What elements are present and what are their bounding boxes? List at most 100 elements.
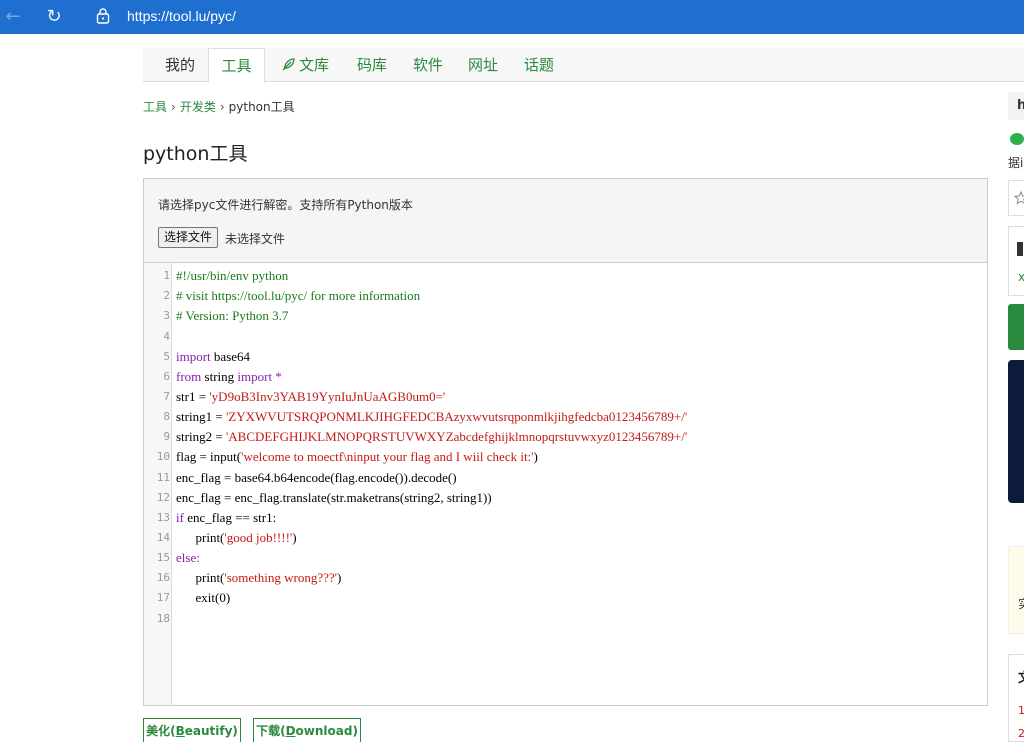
keyword: from <box>176 369 202 384</box>
line-number: 7 <box>163 390 170 403</box>
line-number: 17 <box>156 591 170 604</box>
keyword: import <box>176 349 211 364</box>
breadcrumb: 工具 › 开发类 › python工具 <box>143 98 295 115</box>
choose-file-button[interactable]: 选择文件 <box>158 227 219 248</box>
line-number: 6 <box>163 370 170 383</box>
code-line: enc_flag = enc_flag.translate(str.maketr… <box>176 490 492 505</box>
code-line: # Version: Python 3.7 <box>176 308 289 323</box>
reload-icon[interactable]: ↻ <box>43 6 65 28</box>
code-text: flag = input( <box>176 449 242 464</box>
page-title: python工具 <box>143 143 248 165</box>
line-number: 16 <box>156 571 170 584</box>
code-line: string1 = 'ZYXWVUTSRQPONMLKJIHGFEDCBAzyx… <box>176 407 687 427</box>
string-literal: 'yD9oB3Inv3YAB19YynIuJnUaAGB0um0=' <box>209 389 446 404</box>
line-number-gutter: 1 2 3 4 5 6 7 8 9 10 11 12 13 14 15 16 1… <box>144 263 172 705</box>
site-nav: 我的 工具 文库 码库 软件 网址 话题 <box>143 48 1024 83</box>
string-literal: 'ZYXWVUTSRQPONMLKJIHGFEDCBAzyxwvutsrqpon… <box>225 409 688 424</box>
string-literal: 'ABCDEFGHIJKLMNOPQRSTUVWXYZabcdefghijklm… <box>225 429 688 444</box>
upload-hint: 请选择pyc文件进行解密。支持所有Python版本 <box>158 198 413 212</box>
line-number: 8 <box>163 410 170 423</box>
beautify-button[interactable]: 美化(Beautify) <box>143 718 241 742</box>
breadcrumb-separator: › <box>171 100 176 114</box>
panel-header: 请选择pyc文件进行解密。支持所有Python版本 选择文件 未选择文件 <box>144 179 987 263</box>
code-text: string2 = <box>176 429 226 444</box>
code-line: print('good job!!!!') <box>176 528 297 548</box>
feather-icon <box>282 58 295 71</box>
code-line: else: <box>176 550 200 565</box>
address-bar-url[interactable]: https://tool.lu/pyc/ <box>127 8 236 24</box>
tab-websites[interactable]: 网址 <box>468 48 498 82</box>
code-text: ) <box>533 449 538 464</box>
wechat-icon <box>1008 131 1024 147</box>
code-line: exit(0) <box>176 590 231 605</box>
tab-library-label: 文库 <box>299 56 330 74</box>
sidebar-article-box: 文 1 2 <box>1008 654 1024 742</box>
site-info-icon[interactable] <box>96 8 110 24</box>
beautify-shortcut: B <box>175 724 185 738</box>
browser-toolbar: ← ↻ https://tool.lu/pyc/ <box>0 0 1024 34</box>
tab-code-library[interactable]: 码库 <box>357 48 387 82</box>
sidebar-fragment-text: h <box>1017 98 1024 113</box>
line-number: 11 <box>156 471 170 484</box>
beautify-label: 美化( <box>146 724 176 738</box>
code-line: str1 = 'yD9oB3Inv3YAB19YynIuJnUaAGB0um0=… <box>176 387 445 407</box>
tab-software[interactable]: 软件 <box>413 48 443 82</box>
download-shortcut: D <box>285 724 296 738</box>
line-number: 3 <box>163 309 170 322</box>
breadcrumb-tools[interactable]: 工具 <box>143 100 167 114</box>
code-text: print( <box>176 530 225 545</box>
tab-topics[interactable]: 话题 <box>524 48 554 82</box>
sidebar-fragment-link[interactable]: x <box>1018 270 1024 284</box>
tab-mine[interactable]: 我的 <box>165 48 195 82</box>
breadcrumb-dev[interactable]: 开发类 <box>180 100 216 114</box>
sidebar-article-title: 文 <box>1018 667 1024 686</box>
code-line: from string import * <box>176 367 282 387</box>
sidebar-fragment-title: h <box>1008 92 1024 120</box>
sidebar-green-button[interactable] <box>1008 304 1024 350</box>
string-literal: 'something wrong???' <box>224 570 338 585</box>
file-status: 未选择文件 <box>225 232 286 246</box>
arrow-left-icon[interactable]: ← <box>2 6 24 28</box>
line-number: 9 <box>163 430 170 443</box>
breadcrumb-separator: › <box>219 100 225 114</box>
code-text: string <box>201 369 238 384</box>
code-text: string1 = <box>176 409 226 424</box>
beautify-label-tail: eautify) <box>184 724 238 738</box>
line-number: 13 <box>156 511 170 524</box>
line-number: 1 <box>163 269 170 282</box>
keyword: if <box>176 510 184 525</box>
line-number: 2 <box>163 289 170 302</box>
line-number: 12 <box>156 491 170 504</box>
code-line: string2 = 'ABCDEFGHIJKLMNOPQRSTUVWXYZabc… <box>176 427 687 447</box>
code-line: flag = input('welcome to moectf\ninput y… <box>176 447 538 467</box>
line-number: 14 <box>156 531 170 544</box>
line-number: 10 <box>156 450 170 463</box>
tab-tools[interactable]: 工具 <box>208 48 265 83</box>
sidebar-article-rank: 1 <box>1018 704 1024 717</box>
string-literal: 'good job!!!!' <box>224 530 293 545</box>
code-text: str1 = <box>176 389 210 404</box>
sidebar-notice-box: 实 <box>1008 546 1024 634</box>
code-line: # visit https://tool.lu/pyc/ for more in… <box>176 288 421 303</box>
sidebar-notice-text: 实 <box>1018 595 1024 612</box>
star-icon[interactable] <box>1008 180 1024 216</box>
code-line: if enc_flag == str1: <box>176 508 276 528</box>
sidebar-fragment-box: x <box>1008 226 1024 296</box>
download-label: 下载( <box>256 724 286 738</box>
download-button[interactable]: 下载(Download) <box>253 718 361 742</box>
code-line: import base64 <box>176 347 250 367</box>
code-editor[interactable]: 1 2 3 4 5 6 7 8 9 10 11 12 13 14 15 16 1… <box>144 263 987 705</box>
code-text: print( <box>176 570 225 585</box>
code-text: base64 <box>210 349 251 364</box>
code-text: ) <box>337 570 342 585</box>
tab-library[interactable]: 文库 <box>281 48 329 82</box>
line-number: 4 <box>163 330 170 343</box>
breadcrumb-current: python工具 <box>228 100 295 114</box>
operator: * <box>272 369 282 384</box>
keyword: import <box>237 369 273 384</box>
tool-panel: 请选择pyc文件进行解密。支持所有Python版本 选择文件 未选择文件 1 2… <box>143 178 988 706</box>
code-text: enc_flag == str1: <box>183 510 277 525</box>
code-line: #!/usr/bin/env python <box>176 268 289 283</box>
sidebar-dark-banner[interactable] <box>1008 360 1024 503</box>
code-line: enc_flag = base64.b64encode(flag.encode(… <box>176 470 457 485</box>
